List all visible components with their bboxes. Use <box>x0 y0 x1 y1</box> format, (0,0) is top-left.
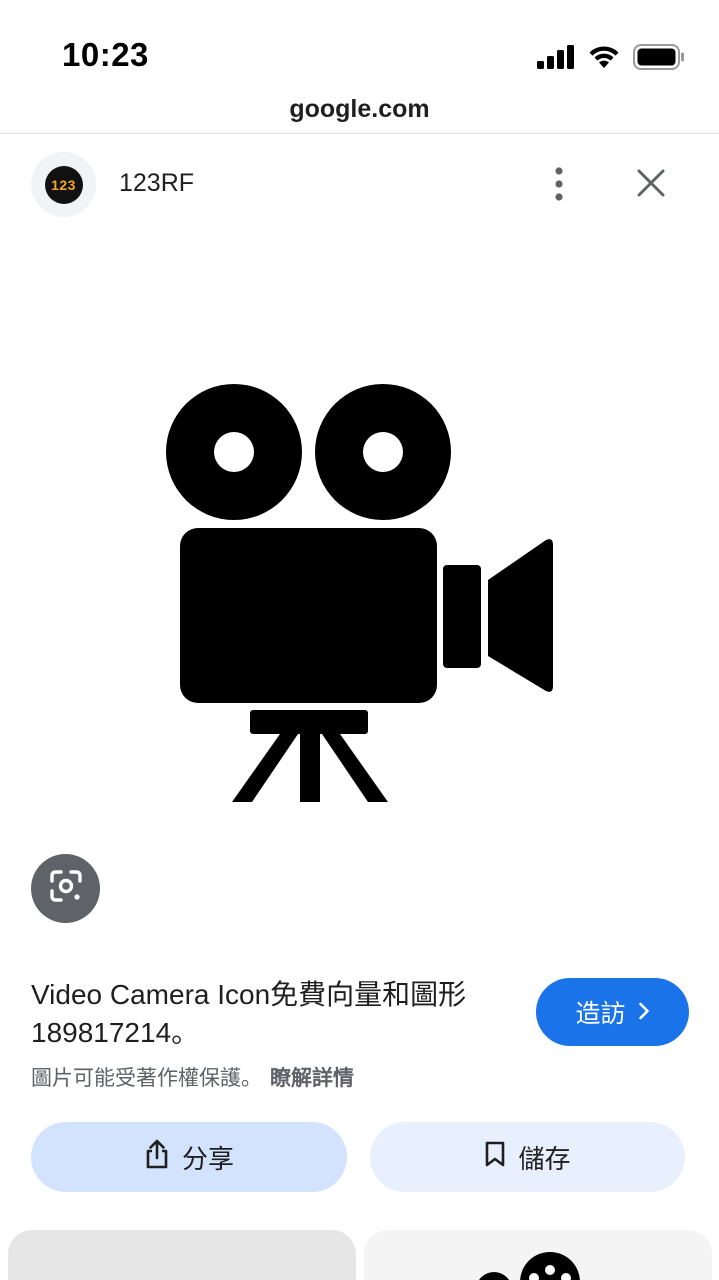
learn-more-link[interactable]: 瞭解詳情 <box>270 1067 354 1090</box>
more-vertical-icon <box>554 166 564 206</box>
save-button[interactable]: 儲存 <box>370 1122 685 1192</box>
url-divider <box>0 133 719 134</box>
source-logo: 123 <box>44 165 83 204</box>
source-header: 123 123RF <box>0 150 719 220</box>
film-reel-icon <box>479 1252 580 1280</box>
source-name[interactable]: 123RF <box>119 169 194 198</box>
share-button[interactable]: 分享 <box>31 1122 347 1192</box>
result-image[interactable] <box>160 378 560 808</box>
share-icon <box>144 1139 170 1176</box>
status-time: 10:23 <box>62 36 149 73</box>
related-image-thumbnail[interactable] <box>8 1230 356 1280</box>
video-camera-icon <box>166 384 553 802</box>
copyright-notice: 圖片可能受著作權保護。 <box>31 1067 262 1090</box>
status-bar: 10:23 <box>0 0 719 90</box>
url-domain: google.com <box>289 95 430 123</box>
copyright-row: 圖片可能受著作權保護。 瞭解詳情 <box>31 1062 354 1092</box>
url-bar[interactable]: google.com <box>0 88 719 134</box>
image-viewer-page: 10:23 google.com 123 123RF Video Camera … <box>0 0 719 1280</box>
close-icon <box>637 169 665 202</box>
status-icons <box>537 40 685 74</box>
visit-label: 造訪 <box>575 1000 626 1028</box>
bookmark-icon <box>484 1140 506 1175</box>
share-label: 分享 <box>181 1143 234 1174</box>
visit-button[interactable]: 造訪 <box>536 978 689 1046</box>
wifi-icon <box>587 44 621 70</box>
chevron-right-icon <box>638 998 650 1027</box>
source-avatar[interactable]: 123 <box>31 152 96 217</box>
google-lens-icon <box>48 868 84 909</box>
signal-icon <box>537 45 575 69</box>
image-title: Video Camera Icon免費向量和圖形189817214。 <box>31 979 467 1048</box>
close-button[interactable] <box>628 162 674 208</box>
related-image-thumbnail[interactable] <box>364 1230 712 1280</box>
battery-icon <box>633 44 685 70</box>
google-lens-button[interactable] <box>31 854 100 923</box>
save-label: 儲存 <box>518 1143 571 1174</box>
more-options-button[interactable] <box>537 164 581 208</box>
